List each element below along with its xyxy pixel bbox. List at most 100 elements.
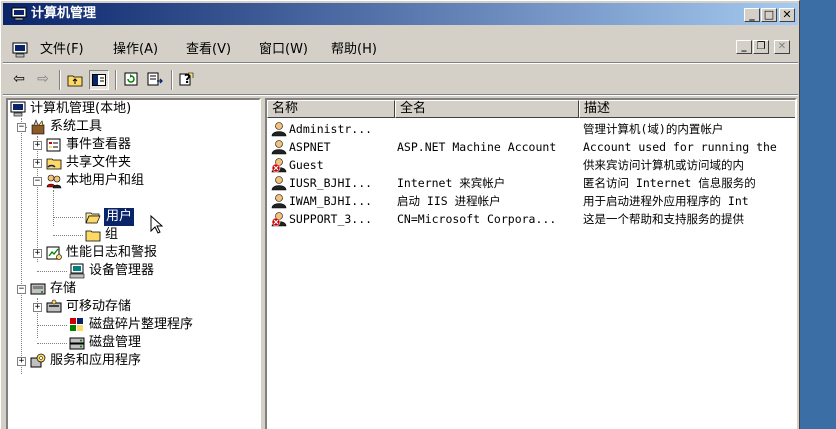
back-arrow-icon: ⇦ <box>13 71 25 87</box>
device-manager-icon <box>69 263 85 279</box>
user-icon <box>271 122 287 137</box>
column-header-fullname[interactable]: 全名 <box>395 100 579 118</box>
back-button[interactable]: ⇦ <box>9 70 29 90</box>
up-folder-icon <box>67 75 83 87</box>
cell-name: Guest <box>289 158 324 172</box>
tree-connector <box>53 217 83 218</box>
expander-removable-storage[interactable]: + <box>33 303 42 312</box>
tree-connector <box>53 235 83 236</box>
expander-event-viewer[interactable]: + <box>33 141 42 150</box>
cell-description: 供来宾访问计算机或访问域的内 <box>583 158 744 172</box>
tree-connector <box>37 136 38 262</box>
tree-label-users: 用户 <box>104 208 135 226</box>
storage-icon <box>30 283 46 295</box>
table-row[interactable]: IUSR_BJHI... Internet 来宾帐户 匿名访问 Internet 信… <box>267 174 795 192</box>
tree-label-perf-logs: 性能日志和警报 <box>66 245 158 260</box>
refresh-button[interactable] <box>121 70 141 90</box>
table-row[interactable]: Guest 供来宾访问计算机或访问域的内 <box>267 156 795 174</box>
expander-services-apps[interactable]: + <box>17 357 26 366</box>
removable-storage-icon <box>46 299 62 313</box>
mdi-close-button[interactable]: ✕ <box>774 40 790 54</box>
toolbar-separator <box>115 70 117 90</box>
expander-storage[interactable]: − <box>17 285 26 294</box>
mdi-minimize-button[interactable]: _ <box>736 40 752 54</box>
window-title: 计算机管理 <box>31 6 97 21</box>
close-button[interactable]: ✕ <box>779 8 795 22</box>
tree-label-local-users-groups: 本地用户和组 <box>66 173 145 188</box>
close-icon: ✕ <box>782 8 792 21</box>
tree-connector <box>37 325 67 326</box>
tree-label-groups: 组 <box>105 227 119 242</box>
cell-description: 匿名访问 Internet 信息服务的 <box>583 176 756 190</box>
disabled-user-icon <box>271 212 287 227</box>
tree-label-defrag: 磁盘碎片整理程序 <box>89 317 194 332</box>
cell-fullname: CN=Microsoft Corpora... <box>397 212 557 226</box>
tree-label-event-viewer: 事件查看器 <box>66 137 132 152</box>
table-row[interactable]: IWAM_BJHI... 启动 IIS 进程帐户 用于启动进程外应用程序的 Int <box>267 192 795 210</box>
menu-window[interactable]: 窗口(W) <box>259 42 308 58</box>
tree-connector <box>37 271 67 272</box>
tree-label-root: 计算机管理(本地) <box>30 101 132 116</box>
minimize-icon: _ <box>741 41 747 52</box>
mmc-console-icon[interactable] <box>11 42 29 58</box>
open-folder-icon <box>85 212 101 224</box>
tree-label-disk-management: 磁盘管理 <box>89 335 142 350</box>
expander-perf-logs[interactable]: + <box>33 249 42 258</box>
show-hide-tree-button[interactable] <box>89 70 109 90</box>
expander-shared-folders[interactable]: + <box>33 159 42 168</box>
toolbar-separator <box>171 70 173 90</box>
maximize-button[interactable]: □ <box>761 8 777 22</box>
title-bar[interactable]: 计算机管理 _ □ ✕ <box>3 3 798 25</box>
mdi-restore-button[interactable]: ❐ <box>753 40 769 54</box>
menu-separator <box>3 62 798 64</box>
console-tree-pane[interactable]: 计算机管理(本地) − 系统工具 + 事件查看器 + 共享文件夹 − 本地用户和… <box>6 98 261 429</box>
menu-bar: 文件(F) 操作(A) 查看(V) 窗口(W) 帮助(H) _ ❐ ✕ <box>3 38 798 62</box>
user-icon <box>271 140 287 155</box>
user-icon <box>271 194 287 209</box>
table-row[interactable]: ASPNET ASP.NET Machine Account Account use… <box>267 138 795 156</box>
cell-fullname: ASP.NET Machine Account <box>397 140 557 154</box>
forward-arrow-icon: ⇨ <box>37 71 49 87</box>
toolbar-separator <box>59 70 61 90</box>
tree-label-device-manager: 设备管理器 <box>89 263 155 278</box>
forward-button[interactable]: ⇨ <box>33 70 53 90</box>
cell-name: ASPNET <box>289 140 331 154</box>
export-list-icon <box>147 72 163 86</box>
tree-label-storage: 存储 <box>50 281 77 296</box>
toolbar: ⇦ ⇨ ? <box>3 65 798 93</box>
performance-logs-icon <box>46 246 62 260</box>
close-icon: ✕ <box>777 41 787 52</box>
users-group-icon <box>46 174 62 189</box>
system-tools-icon <box>31 119 45 135</box>
cell-name: Administr... <box>289 122 373 136</box>
column-header-description[interactable]: 描述 <box>579 100 795 118</box>
minimize-button[interactable]: _ <box>744 8 760 22</box>
tree-label-shared-folders: 共享文件夹 <box>66 155 132 170</box>
disabled-user-icon <box>271 158 287 173</box>
cell-description: 用于启动进程外应用程序的 Int <box>583 194 749 208</box>
table-row[interactable]: Administr... 管理计算机(域)的内置帐户 <box>267 120 795 138</box>
cell-name: IUSR_BJHI... <box>289 176 373 190</box>
export-list-button[interactable] <box>145 70 165 90</box>
details-list-pane[interactable]: 名称 全名 描述 Administr... 管理计算机(域)的内置帐户 ASPNET… <box>265 98 797 429</box>
computer-management-icon <box>11 7 27 21</box>
desktop-background <box>800 0 836 429</box>
expander-system-tools[interactable]: − <box>17 123 26 132</box>
computer-icon <box>10 101 26 117</box>
cell-fullname <box>397 120 577 138</box>
cell-fullname: Internet 来宾帐户 <box>397 176 506 190</box>
up-one-level-button[interactable] <box>65 70 85 90</box>
disk-management-icon <box>69 337 85 350</box>
menu-file[interactable]: 文件(F) <box>40 42 84 58</box>
menu-help[interactable]: 帮助(H) <box>331 42 377 58</box>
cell-fullname: 启动 IIS 进程帐户 <box>397 194 501 208</box>
menu-view[interactable]: 查看(V) <box>186 42 231 58</box>
table-row[interactable]: SUPPORT_3... CN=Microsoft Corpora... 这是一个帮… <box>267 210 795 228</box>
help-button[interactable]: ? <box>177 70 197 90</box>
tree-connector <box>21 118 22 374</box>
defrag-icon <box>70 318 83 331</box>
menu-action[interactable]: 操作(A) <box>113 42 158 58</box>
expander-local-users-groups[interactable]: − <box>33 177 42 186</box>
minimize-icon: _ <box>749 8 755 21</box>
column-header-name[interactable]: 名称 <box>267 100 395 118</box>
